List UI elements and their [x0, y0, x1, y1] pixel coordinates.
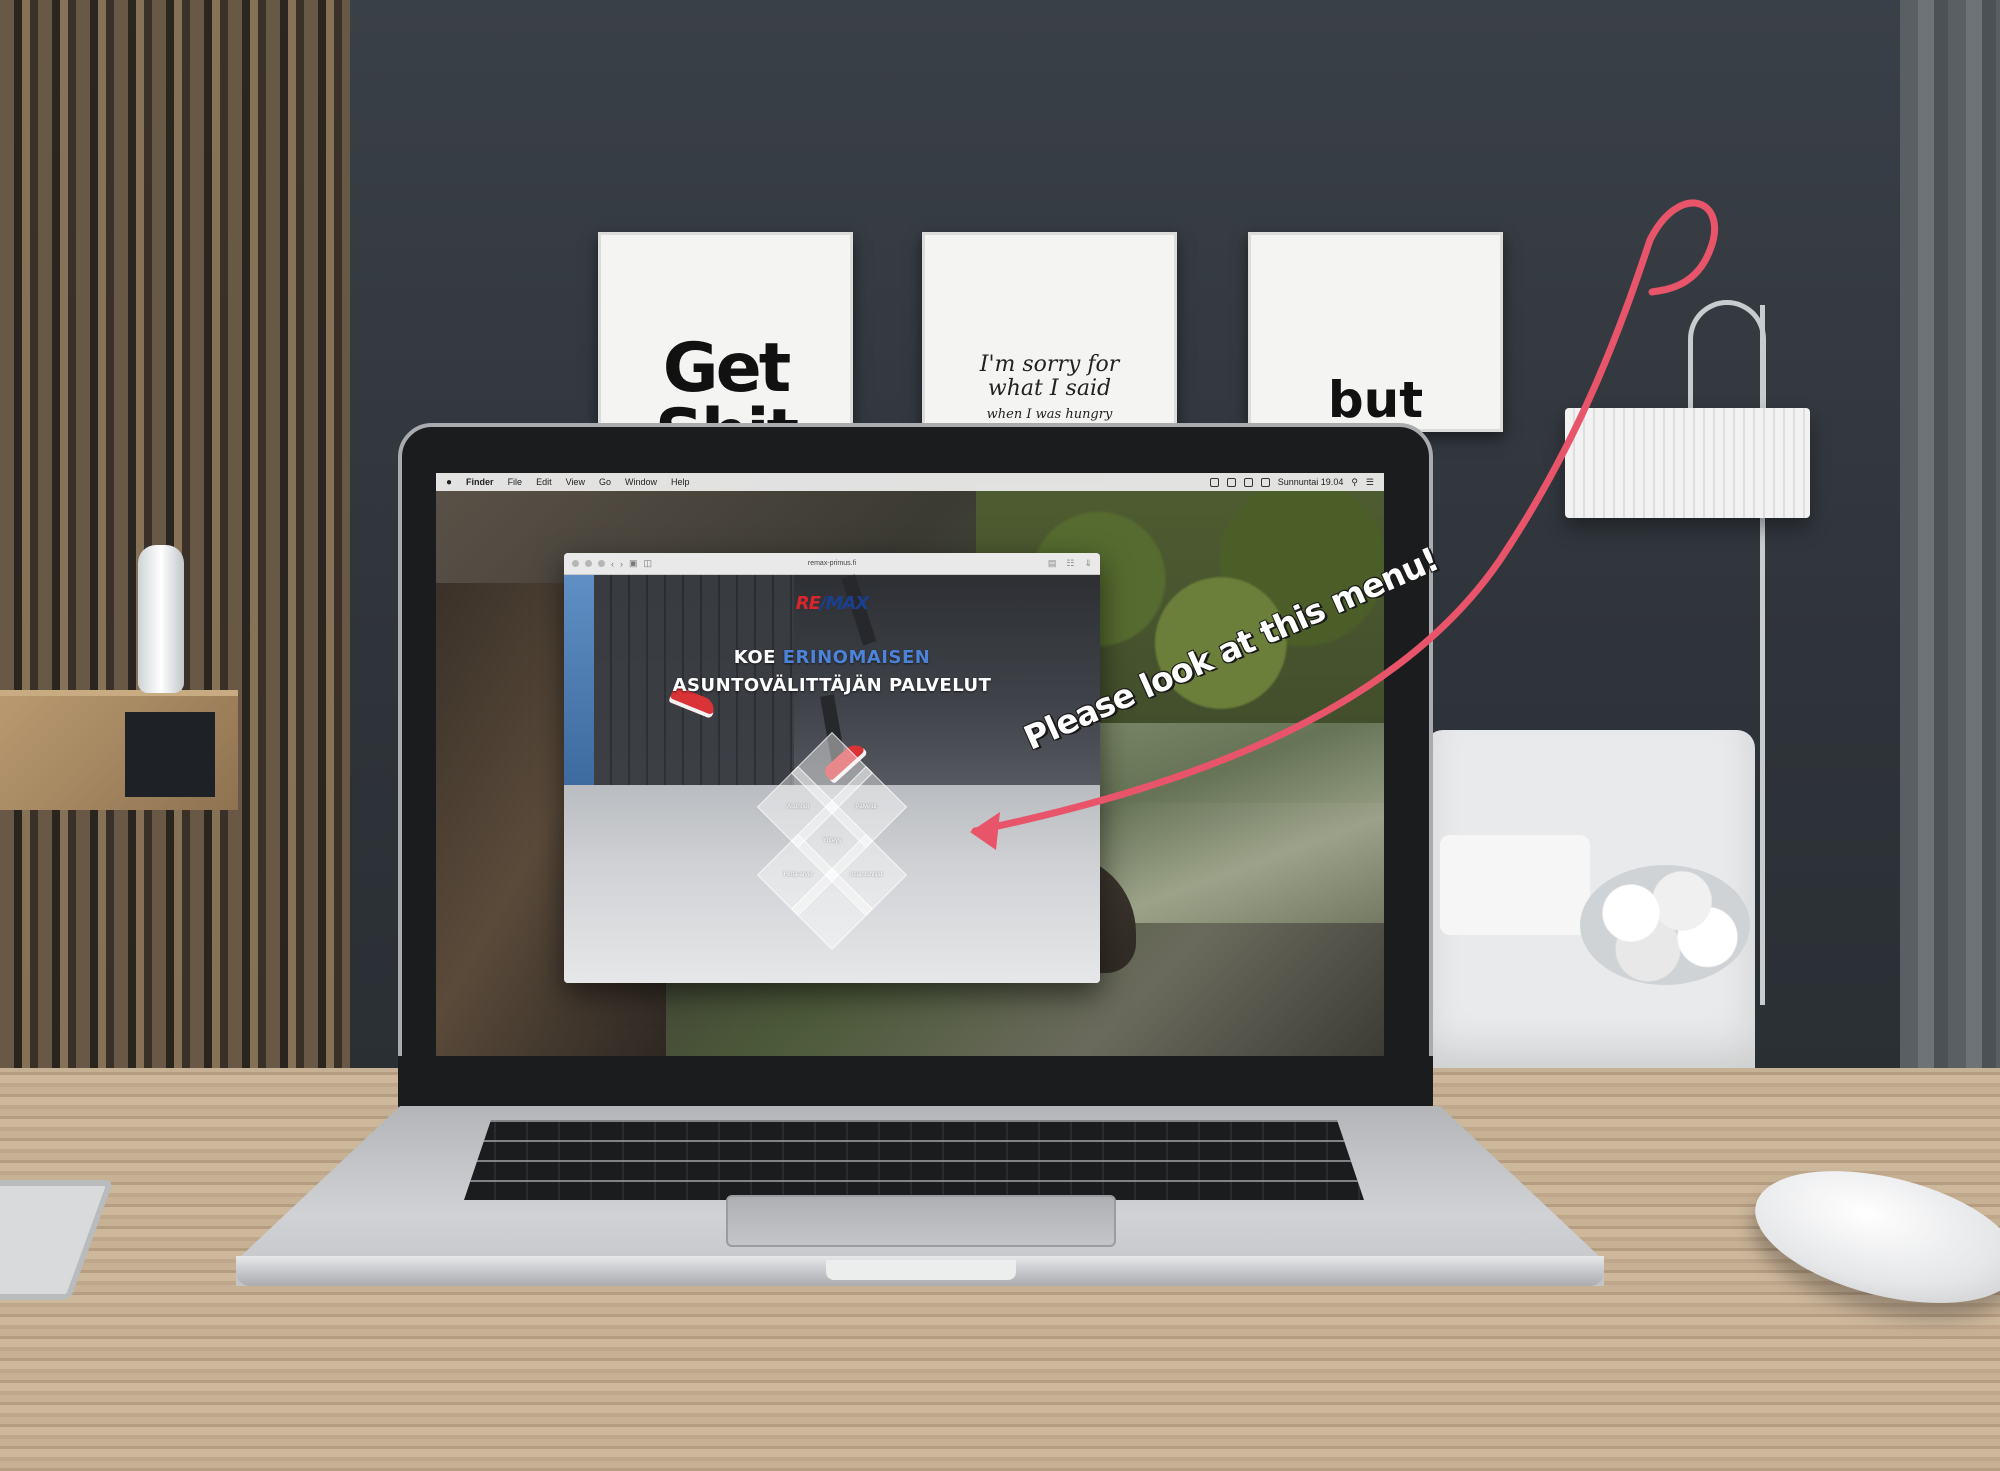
volume-icon[interactable] [1243, 477, 1253, 487]
spotlight-icon[interactable]: ⚲ [1351, 477, 1358, 488]
laptop-notch [826, 1260, 1016, 1280]
menubar-app-name[interactable]: Finder [466, 477, 494, 487]
sofa-cushion [1440, 835, 1590, 935]
poster-right-line1: but [1327, 371, 1424, 429]
poster-center-line2: what I said [987, 376, 1112, 401]
poster-center-line1: I'm sorry for [979, 352, 1120, 377]
vase [138, 545, 184, 693]
poster-left-line1: Get [662, 329, 791, 408]
flowers [1580, 865, 1750, 985]
menu-label-yhteys[interactable]: Yhteys [797, 838, 867, 844]
lamp-shade [1565, 408, 1810, 518]
macos-menubar: ● Finder File Edit View Go Window Help S… [436, 473, 1384, 491]
wood-slat-wall [0, 0, 350, 1080]
browser-window: ‹ › ▣ ◫ remax-primus.fi ▤ ☷ ⇓ RE/MAX KOE [564, 553, 1100, 983]
menubar-item-edit[interactable]: Edit [536, 477, 552, 487]
menu-label-palvelut[interactable]: Palvelut [831, 804, 901, 810]
curtain [1900, 0, 2000, 1080]
menubar-item-go[interactable]: Go [599, 477, 611, 487]
menu-label-hinta-arvio[interactable]: Hinta-arvio [763, 872, 833, 878]
dropbox-icon[interactable] [1209, 477, 1219, 487]
battery-icon[interactable] [1260, 477, 1270, 487]
poster-right: but [1248, 232, 1503, 432]
trackpad [726, 1195, 1116, 1247]
menu-label-asunnot[interactable]: Asunnot [763, 804, 833, 810]
poster-left: Get Shit [598, 232, 853, 432]
menubar-clock[interactable]: Sunnuntai 19.04 [1278, 477, 1344, 487]
poster-center: I'm sorry for what I said when I was hun… [922, 232, 1177, 432]
menubar-item-file[interactable]: File [508, 477, 523, 487]
menubar-item-window[interactable]: Window [625, 477, 657, 487]
diamond-menu: Asunnot Palvelut Yhteys Hinta-arvio Asia… [564, 553, 1100, 983]
keyboard-rows [464, 1120, 1364, 1200]
menubar-status-area: Sunnuntai 19.04 ⚲ ☰ [1209, 477, 1374, 488]
menubar-item-help[interactable]: Help [671, 477, 690, 487]
menubar-item-view[interactable]: View [566, 477, 585, 487]
shelf-box [125, 712, 215, 797]
laptop-screen: ● Finder File Edit View Go Window Help S… [436, 473, 1384, 1056]
wifi-icon[interactable] [1226, 477, 1236, 487]
apple-icon[interactable]: ● [446, 477, 452, 488]
menu-label-asiantuntijat[interactable]: Asiantuntijat [831, 872, 901, 878]
laptop-chin [398, 1056, 1433, 1111]
notification-center-icon[interactable]: ☰ [1366, 477, 1374, 488]
